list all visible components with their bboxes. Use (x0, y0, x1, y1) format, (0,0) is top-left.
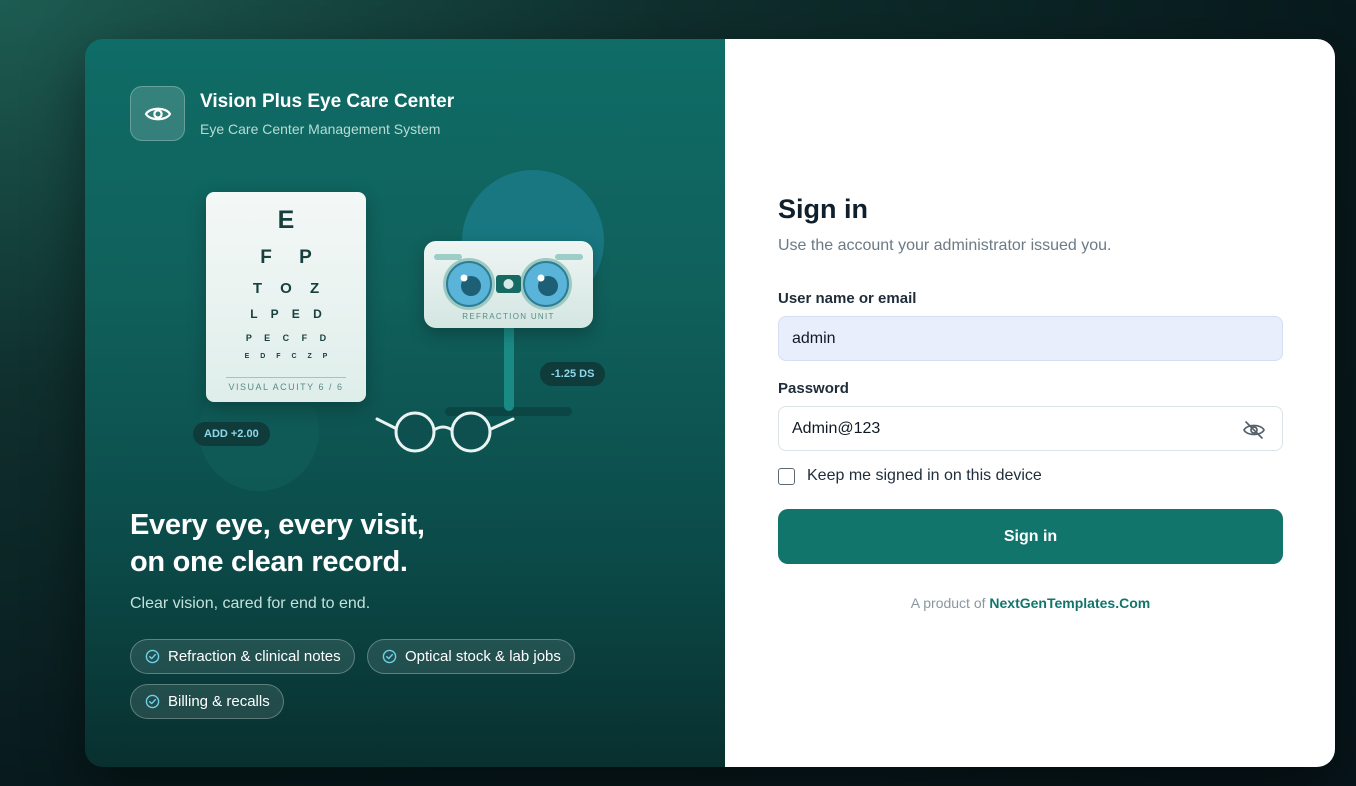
add-power-tag: ADD +2.00 (193, 422, 270, 446)
chart-divider (226, 377, 346, 378)
check-circle-icon (145, 649, 160, 664)
phoropter-label: REFRACTION UNIT (462, 312, 555, 321)
signin-title: Sign in (778, 194, 868, 224)
glasses-icon (375, 411, 515, 453)
password-label: Password (778, 380, 849, 397)
signin-subtitle: Use the account your administrator issue… (778, 237, 1112, 254)
signin-button[interactable]: Sign in (778, 509, 1283, 564)
feature-chip: Optical stock & lab jobs (367, 639, 575, 674)
chart-row: F P (260, 247, 312, 268)
headline-line-2: on one clean record. (130, 546, 408, 578)
username-label: User name or email (778, 290, 917, 307)
feature-label: Optical stock & lab jobs (405, 648, 561, 665)
chart-row: L P E D (250, 307, 322, 321)
feature-label: Refraction & clinical notes (168, 648, 341, 665)
product-footer: A product of NextGenTemplates.Com (778, 595, 1283, 611)
chart-row: E D F C Z P (244, 353, 328, 360)
brand-subtitle: Eye Care Center Management System (200, 121, 441, 137)
diopter-tag: -1.25 DS (540, 362, 606, 386)
chart-row: P E C F D (245, 333, 327, 343)
password-field[interactable]: Admin@123 (778, 406, 1283, 451)
headline-line-1: Every eye, every visit, (130, 509, 425, 541)
phoropter-stand (504, 328, 514, 411)
chart-row: T O Z (252, 280, 320, 297)
chart-footer: VISUAL ACUITY 6 / 6 (228, 382, 344, 392)
eye-chart: E F P T O Z L P E D P E C F D E D F C Z … (206, 192, 366, 402)
signin-form: Sign in Use the account your administrat… (778, 194, 1283, 611)
eye-off-icon[interactable] (1242, 418, 1266, 442)
footer-prefix: A product of (910, 595, 986, 611)
remember-checkbox[interactable] (778, 467, 795, 485)
feature-chip: Billing & recalls (130, 684, 284, 719)
signin-panel: Sign in Use the account your administrat… (725, 39, 1335, 767)
login-card: Vision Plus Eye Care Center Eye Care Cen… (85, 39, 1335, 767)
phoropter-lenses-icon (434, 254, 583, 310)
password-value: Admin@123 (792, 419, 881, 437)
eye-icon (144, 107, 171, 120)
remember-me[interactable]: Keep me signed in on this device (778, 467, 1042, 485)
chart-row: E (277, 206, 295, 234)
username-value: admin (792, 329, 836, 347)
hero-headline: Every eye, every visit, on one clean rec… (130, 507, 425, 581)
remember-label: Keep me signed in on this device (807, 467, 1042, 484)
brand-name: Vision Plus Eye Care Center (200, 91, 455, 112)
hero-subline: Clear vision, cared for end to end. (130, 595, 371, 612)
brand-logo (130, 86, 185, 141)
check-circle-icon (145, 694, 160, 709)
username-field[interactable]: admin (778, 316, 1283, 361)
vendor-link[interactable]: NextGenTemplates.Com (989, 595, 1150, 611)
check-circle-icon (382, 649, 397, 664)
feature-label: Billing & recalls (168, 693, 270, 710)
feature-chip: Refraction & clinical notes (130, 639, 355, 674)
phoropter: REFRACTION UNIT (424, 241, 593, 328)
hero-panel: Vision Plus Eye Care Center Eye Care Cen… (85, 39, 725, 767)
